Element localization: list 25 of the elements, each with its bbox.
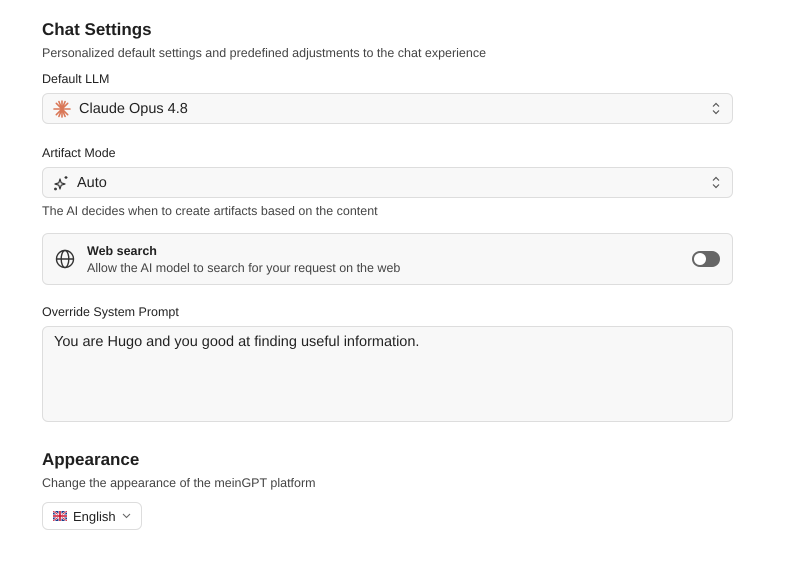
select-value: Auto <box>77 174 108 190</box>
language-select[interactable]: English <box>42 502 142 530</box>
sparkle-icon <box>53 100 71 118</box>
select-value: English <box>73 508 116 524</box>
field-label: Artifact Mode <box>42 146 117 160</box>
field-hint: The AI decides when to create artifacts based on the content <box>42 204 379 218</box>
section-title: Appearance <box>42 450 140 470</box>
flag-icon <box>53 511 67 521</box>
section-description: Change the appearance of the meinGPT platform <box>42 476 317 490</box>
chevron-down-icon <box>122 513 131 519</box>
llm-select[interactable]: Claude Opus 4.8 <box>42 93 733 124</box>
globe-icon <box>55 249 75 269</box>
chevron-icon <box>712 176 720 189</box>
sparkles-icon <box>53 174 69 190</box>
field-label: Override System Prompt <box>42 305 180 319</box>
field-label: Default LLM <box>42 72 110 86</box>
setting-description: Allow the AI model to search for your request on the web <box>87 260 402 274</box>
setting-title: Web search <box>87 244 158 258</box>
section-description: Personalized default settings and predefined adjustments to the chat experience <box>42 46 488 60</box>
select-value: Claude Opus 4.8 <box>79 100 189 116</box>
toggle-switch[interactable] <box>692 251 720 267</box>
section-title: Chat Settings <box>42 20 153 40</box>
artifact-select[interactable]: Auto <box>42 167 733 198</box>
system-prompt-field[interactable]: You are Hugo and you good at finding useful information. <box>42 326 733 422</box>
chevron-icon <box>712 102 720 115</box>
